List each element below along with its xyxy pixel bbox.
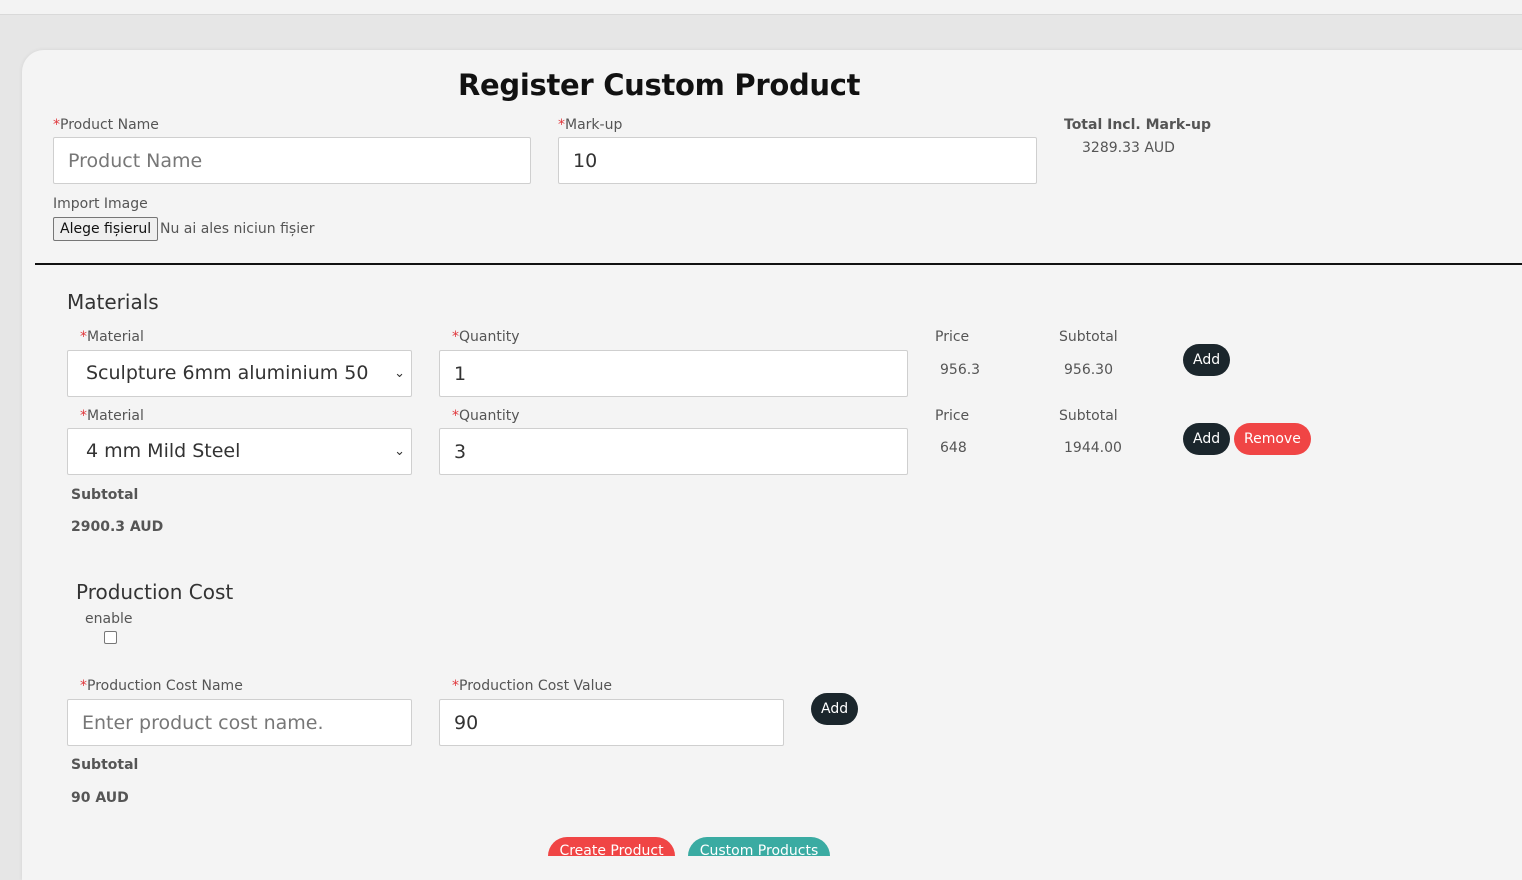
required-marker: * [80,329,87,345]
materials-heading: Materials [67,290,159,314]
row-subtotal-value: 956.30 [1064,362,1113,378]
materials-subtotal-value: 2900.3 AUD [71,519,164,535]
required-marker: * [558,117,565,133]
custom-products-button[interactable]: Custom Products [688,837,830,856]
required-marker: * [80,408,87,424]
material-select-value: 4 mm Mild Steel [86,440,241,462]
section-divider [35,263,1522,265]
product-name-input[interactable] [53,137,531,184]
quantity-label-text: Quantity [459,329,520,345]
required-marker: * [452,678,459,694]
price-label: Price [935,329,970,345]
production-cost-heading: Production Cost [76,580,234,604]
import-image-label: Import Image [53,196,148,212]
material-select[interactable]: 4 mm Mild Steel ⌄ [67,428,412,475]
required-marker: * [452,408,459,424]
quantity-input[interactable] [439,350,908,397]
file-status: Nu ai ales niciun fișier [160,221,315,237]
add-material-button[interactable]: Add [1183,344,1231,376]
chevron-down-icon: ⌄ [394,366,405,381]
row-subtotal-label: Subtotal [1059,329,1118,345]
price-value: 648 [940,440,967,456]
materials-subtotal-label: Subtotal [71,487,139,503]
browser-top-strip [0,0,1522,15]
production-subtotal-label: Subtotal [71,757,139,773]
production-cost-name-label-text: Production Cost Name [87,678,243,694]
required-marker: * [80,678,87,694]
production-cost-value-label: *Production Cost Value [452,678,612,694]
price-value: 956.3 [940,362,981,378]
product-name-label-text: Product Name [60,117,159,133]
quantity-label: *Quantity [452,408,520,424]
production-cost-value-label-text: Production Cost Value [459,678,612,694]
required-marker: * [452,329,459,345]
enable-label: enable [85,611,133,627]
production-cost-name-input[interactable] [67,699,412,746]
total-value: 3289.33 AUD [1082,140,1175,156]
page-title: Register Custom Product [458,68,861,102]
required-marker: * [53,117,60,133]
remove-material-button[interactable]: Remove [1234,423,1311,455]
add-production-cost-button[interactable]: Add [811,693,859,725]
quantity-label: *Quantity [452,329,520,345]
production-cost-name-label: *Production Cost Name [80,678,243,694]
row-subtotal-value: 1944.00 [1064,440,1122,456]
material-select[interactable]: Sculpture 6mm aluminium 50 ⌄ [67,350,412,397]
material-label-text: Material [87,408,144,424]
quantity-label-text: Quantity [459,408,520,424]
total-label: Total Incl. Mark-up [1064,117,1211,133]
add-material-button[interactable]: Add [1183,423,1231,455]
material-label: *Material [80,408,144,424]
material-select-value: Sculpture 6mm aluminium 50 [86,362,369,384]
enable-checkbox[interactable] [104,631,117,644]
markup-label: *Mark-up [558,117,622,133]
material-label: *Material [80,329,144,345]
material-label-text: Material [87,329,144,345]
row-subtotal-label: Subtotal [1059,408,1118,424]
production-subtotal-value: 90 AUD [71,790,129,806]
production-cost-value-input[interactable] [439,699,784,746]
quantity-input[interactable] [439,428,908,475]
create-product-button[interactable]: Create Product [548,837,675,856]
markup-label-text: Mark-up [565,117,623,133]
markup-input[interactable] [558,137,1037,184]
choose-file-button[interactable]: Alege fișierul [53,217,159,241]
price-label: Price [935,408,970,424]
chevron-down-icon: ⌄ [394,444,405,459]
product-name-label: *Product Name [53,117,159,133]
